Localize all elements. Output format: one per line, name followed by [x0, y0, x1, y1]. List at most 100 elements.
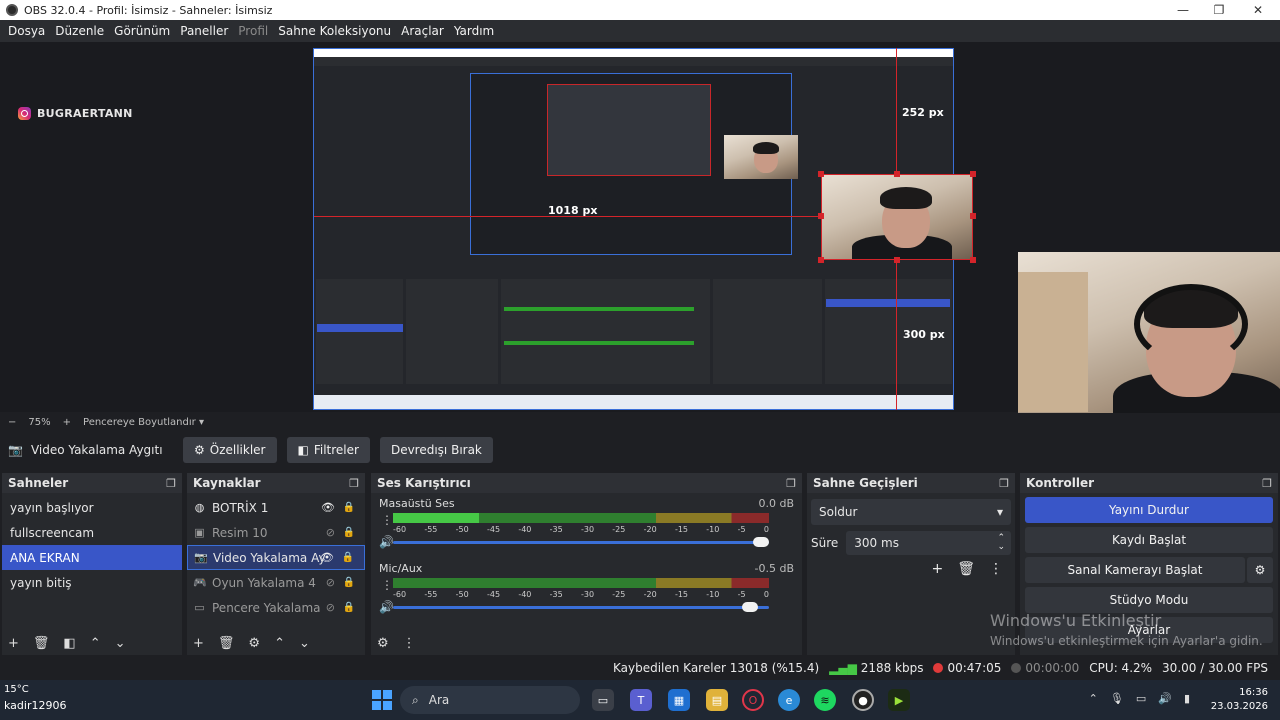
eye-icon[interactable]: 👁: [321, 501, 335, 514]
scene-item[interactable]: fullscreencam: [2, 520, 182, 545]
volume-slider[interactable]: [393, 541, 769, 544]
selection-box[interactable]: [821, 174, 973, 260]
add-icon[interactable]: +: [931, 561, 943, 577]
menu-edit[interactable]: Düzenle: [50, 24, 109, 38]
eye-off-icon[interactable]: ⊘: [326, 601, 335, 614]
resize-handle-tl[interactable]: [818, 171, 824, 177]
trash-icon[interactable]: 🗑: [33, 636, 50, 651]
virtual-camera-settings-icon[interactable]: ⚙: [1247, 557, 1273, 583]
spinner-icon[interactable]: ⌃ ⌄: [997, 534, 1005, 552]
lock-icon[interactable]: 🔒: [343, 502, 355, 513]
network-icon[interactable]: ▭: [1136, 692, 1146, 705]
menu-file[interactable]: Dosya: [3, 24, 50, 38]
transitions-header: Sahne Geçişleri ❐: [807, 473, 1015, 493]
lock-icon[interactable]: 🔒: [343, 602, 355, 613]
volume-slider[interactable]: [393, 606, 769, 609]
trash-icon[interactable]: 🗑: [218, 636, 235, 651]
source-item[interactable]: ◍ BOTRİX 1 👁 🔒: [187, 495, 365, 520]
add-icon[interactable]: +: [193, 636, 204, 651]
chevron-down-icon[interactable]: ⌄: [299, 636, 310, 651]
volume-slider-handle[interactable]: [742, 602, 758, 612]
properties-button[interactable]: ⚙ Özellikler: [183, 437, 277, 463]
minimize-button[interactable]: —: [1163, 0, 1203, 20]
window-title: OBS 32.0.4 - Profil: İsimsiz - Sahneler:…: [24, 3, 273, 17]
deactivate-button[interactable]: Devredışı Bırak: [379, 437, 493, 463]
resize-handle-b[interactable]: [894, 257, 900, 263]
task-view-icon[interactable]: ▭: [592, 689, 614, 711]
resize-handle-r[interactable]: [970, 213, 976, 219]
scene-item[interactable]: yayın başlıyor: [2, 495, 182, 520]
studio-mode-button[interactable]: Stüdyo Modu: [1025, 587, 1273, 613]
menu-docks[interactable]: Paneller: [175, 24, 233, 38]
duration-input[interactable]: 300 ms ⌃ ⌄: [846, 531, 1011, 555]
maximize-button[interactable]: ❐: [1199, 0, 1239, 20]
chevron-up-icon[interactable]: ⌃: [274, 636, 285, 651]
more-vertical-icon[interactable]: ⋮: [381, 513, 393, 527]
undock-icon[interactable]: ❐: [349, 477, 359, 490]
edge-icon[interactable]: e: [778, 689, 800, 711]
scene-item[interactable]: yayın bitiş: [2, 570, 182, 595]
zoom-in-button[interactable]: +: [63, 417, 71, 428]
menu-tools[interactable]: Araçlar: [396, 24, 449, 38]
source-item-selected[interactable]: 📷 Video Yakalama Ay 👁 🔒: [187, 545, 365, 570]
speaker-icon[interactable]: 🔊: [379, 535, 394, 549]
resize-handle-br[interactable]: [970, 257, 976, 263]
resize-handle-t[interactable]: [894, 171, 900, 177]
scene-item-selected[interactable]: ANA EKRAN: [2, 545, 182, 570]
lock-icon[interactable]: 🔒: [343, 577, 355, 588]
filter-icon[interactable]: ◧: [63, 636, 75, 651]
undock-icon[interactable]: ❐: [1262, 477, 1272, 490]
menu-scene-collection[interactable]: Sahne Koleksiyonu: [273, 24, 396, 38]
advanced-audio-icon[interactable]: ⚙: [377, 636, 389, 651]
chevron-up-icon[interactable]: ⌃: [1089, 692, 1098, 705]
filters-button[interactable]: ◧ Filtreler: [286, 437, 370, 463]
store-icon[interactable]: ▦: [668, 689, 690, 711]
more-vertical-icon[interactable]: ⋮: [381, 578, 393, 592]
stop-stream-button[interactable]: Yayını Durdur: [1025, 497, 1273, 523]
opera-icon[interactable]: O: [742, 689, 764, 711]
speaker-icon[interactable]: 🔊: [379, 600, 394, 614]
eye-off-icon[interactable]: ⊘: [326, 526, 335, 539]
microphone-icon[interactable]: 🎙: [1110, 692, 1124, 705]
spotify-icon[interactable]: ≋: [814, 689, 836, 711]
menu-help[interactable]: Yardım: [449, 24, 499, 38]
resize-handle-bl[interactable]: [818, 257, 824, 263]
gear-icon[interactable]: ⚙: [248, 636, 260, 651]
menu-profile[interactable]: Profil: [233, 24, 273, 38]
windows-start-icon[interactable]: [372, 690, 392, 710]
chevron-up-icon[interactable]: ⌃: [90, 636, 101, 651]
battery-icon[interactable]: ▮: [1184, 692, 1190, 705]
more-vertical-icon[interactable]: ⋮: [403, 636, 416, 651]
source-item[interactable]: ▭ Pencere Yakalama ⊘ 🔒: [187, 595, 365, 620]
zoom-out-button[interactable]: −: [8, 417, 16, 428]
trash-icon[interactable]: 🗑: [957, 561, 975, 577]
undock-icon[interactable]: ❐: [999, 477, 1009, 490]
eye-icon[interactable]: 👁: [320, 551, 334, 564]
game-icon[interactable]: ▶: [888, 689, 910, 711]
zoom-mode-select[interactable]: Pencereye Boyutlandır ▾: [83, 417, 204, 428]
source-item[interactable]: ▣ Resim 10 ⊘ 🔒: [187, 520, 365, 545]
undock-icon[interactable]: ❐: [786, 477, 796, 490]
volume-icon[interactable]: 🔊: [1158, 692, 1172, 705]
volume-slider-handle[interactable]: [753, 537, 769, 547]
obs-taskbar-icon[interactable]: ●: [852, 689, 874, 711]
weather-widget[interactable]: 15°C kadir12906: [4, 684, 66, 712]
chevron-down-icon[interactable]: ⌄: [115, 636, 126, 651]
lock-icon[interactable]: 🔒: [342, 552, 354, 563]
close-button[interactable]: ✕: [1238, 0, 1278, 20]
virtual-camera-button[interactable]: Sanal Kamerayı Başlat: [1025, 557, 1245, 583]
teams-icon[interactable]: T: [630, 689, 652, 711]
lock-icon[interactable]: 🔒: [343, 527, 355, 538]
eye-off-icon[interactable]: ⊘: [326, 576, 335, 589]
taskbar-clock[interactable]: 16:36 23.03.2026: [1211, 686, 1268, 714]
menu-view[interactable]: Görünüm: [109, 24, 175, 38]
transition-select[interactable]: Soldur ▾: [811, 499, 1011, 525]
more-vertical-icon[interactable]: ⋮: [989, 561, 1003, 577]
start-record-button[interactable]: Kaydı Başlat: [1025, 527, 1273, 553]
add-icon[interactable]: +: [8, 636, 19, 651]
file-explorer-icon[interactable]: ▤: [706, 689, 728, 711]
taskbar-search[interactable]: ⌕ Ara: [400, 686, 580, 714]
source-item[interactable]: 🎮 Oyun Yakalama 4 ⊘ 🔒: [187, 570, 365, 595]
undock-icon[interactable]: ❐: [166, 477, 176, 490]
resize-handle-tr[interactable]: [970, 171, 976, 177]
